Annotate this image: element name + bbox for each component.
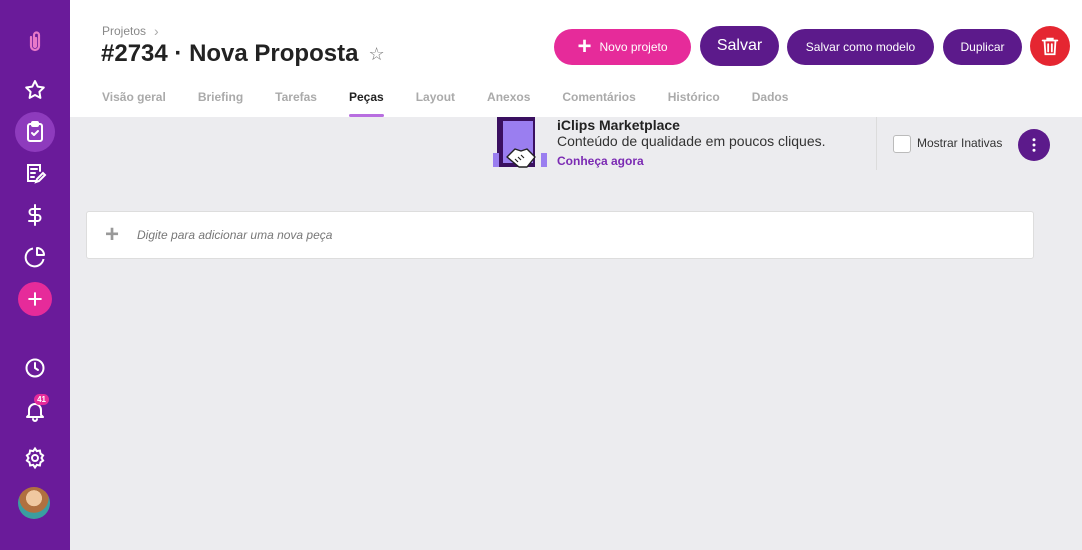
new-project-button[interactable]: + Novo projeto xyxy=(554,29,691,65)
clock-icon[interactable] xyxy=(15,348,55,388)
tab-historico[interactable]: Histórico xyxy=(668,90,720,117)
project-title: #2734 · Nova Proposta xyxy=(101,40,359,67)
notification-badge: 41 xyxy=(34,394,49,405)
delete-button[interactable] xyxy=(1030,26,1070,66)
add-piece-input[interactable] xyxy=(137,228,937,242)
tab-briefing[interactable]: Briefing xyxy=(198,90,243,117)
tab-anexos[interactable]: Anexos xyxy=(487,90,530,117)
header: Projetos › #2734 · Nova Proposta ☆ + Nov… xyxy=(70,0,1082,117)
tab-comentarios[interactable]: Comentários xyxy=(562,90,635,117)
chevron-right-icon: › xyxy=(154,23,159,39)
bell-icon[interactable]: 41 xyxy=(15,391,55,431)
dollar-icon[interactable] xyxy=(15,195,55,235)
clipboard-check-icon[interactable] xyxy=(15,112,55,152)
save-as-model-button[interactable]: Salvar como modelo xyxy=(787,29,934,65)
paperclip-logo-icon[interactable] xyxy=(15,22,55,62)
document-edit-icon[interactable] xyxy=(15,153,55,193)
page-title: #2734 · Nova Proposta ☆ xyxy=(101,40,385,68)
plus-icon: + xyxy=(105,221,120,248)
pie-chart-icon[interactable] xyxy=(15,237,55,277)
breadcrumb[interactable]: Projetos › xyxy=(102,23,159,39)
new-project-label: Novo projeto xyxy=(599,40,668,54)
gear-icon[interactable] xyxy=(15,438,55,478)
marketplace-title: iClips Marketplace xyxy=(557,117,680,133)
plus-icon[interactable] xyxy=(18,282,52,316)
duplicate-button[interactable]: Duplicar xyxy=(943,29,1022,65)
marketplace-link[interactable]: Conheça agora xyxy=(557,154,644,168)
marketplace-subtitle: Conteúdo de qualidade em poucos cliques. xyxy=(557,133,826,149)
favorite-star-icon[interactable]: ☆ xyxy=(368,44,384,65)
vertical-dots-icon xyxy=(1032,138,1036,152)
tab-tarefas[interactable]: Tarefas xyxy=(275,90,317,117)
divider xyxy=(876,117,877,170)
more-options-button[interactable] xyxy=(1018,129,1050,161)
save-button[interactable]: Salvar xyxy=(700,26,779,66)
avatar[interactable] xyxy=(18,487,50,519)
tab-visao-geral[interactable]: Visão geral xyxy=(102,90,166,117)
trash-icon xyxy=(1041,37,1059,56)
plus-icon: + xyxy=(577,33,592,60)
show-inactive-checkbox[interactable] xyxy=(893,135,911,153)
show-inactive-label[interactable]: Mostrar Inativas xyxy=(917,136,1002,150)
tab-bar: Visão geral Briefing Tarefas Peças Layou… xyxy=(102,90,820,117)
tab-pecas[interactable]: Peças xyxy=(348,90,384,117)
add-piece-box[interactable]: + xyxy=(86,211,1034,259)
star-icon[interactable] xyxy=(15,70,55,110)
breadcrumb-projects[interactable]: Projetos xyxy=(102,24,146,38)
sidebar: 41 xyxy=(0,0,70,550)
tab-dados[interactable]: Dados xyxy=(752,90,789,117)
marketplace-handshake-icon xyxy=(493,117,547,168)
tab-layout[interactable]: Layout xyxy=(416,90,455,117)
